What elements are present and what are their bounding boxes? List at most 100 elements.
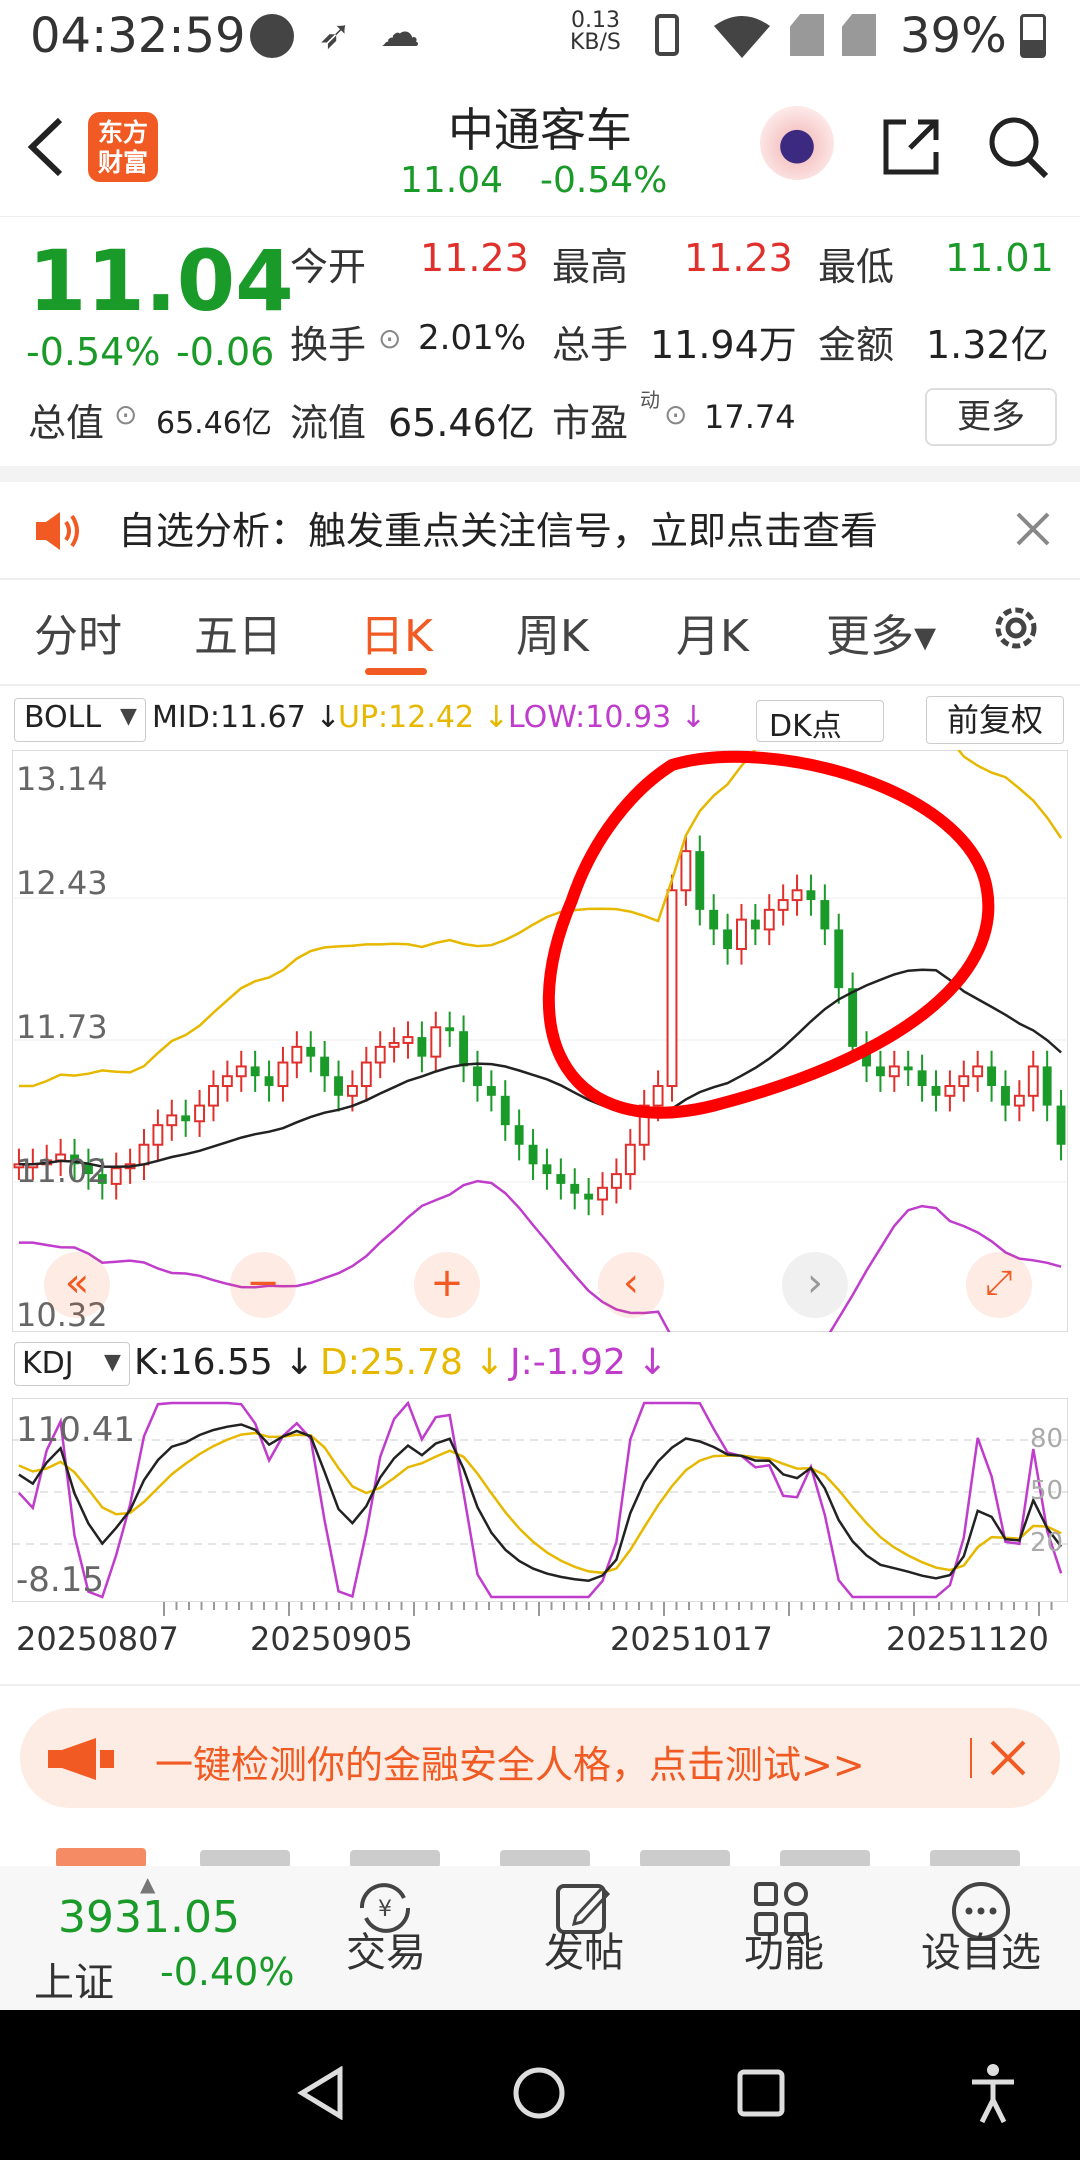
candle-body (834, 929, 844, 989)
boll-lower-band (18, 1179, 1062, 1332)
candle-body (430, 1026, 442, 1058)
assistant-avatar[interactable] (760, 106, 834, 180)
candle-body (763, 908, 775, 931)
turnover-label: 换手 (290, 323, 367, 367)
kdj-axis-min: -8.15 (16, 1560, 104, 1600)
zoom-in-icon[interactable]: + (414, 1252, 480, 1318)
candle-body (875, 1066, 885, 1077)
candle-body (709, 909, 719, 930)
info-icon[interactable]: ⊙ (378, 322, 401, 355)
scroll-left-fast-icon[interactable]: « (44, 1252, 110, 1318)
index-change[interactable]: -0.40% (160, 1950, 294, 1994)
price-axis-2: 12.43 (16, 864, 108, 902)
notice-text: 自选分析：触发重点关注信号，立即点击查看 (118, 509, 879, 553)
info-icon[interactable]: ⊙ (114, 398, 137, 431)
megaphone-icon (48, 1738, 114, 1780)
status-time: 04:32:59 (30, 8, 246, 64)
low-label: 最低 (818, 245, 895, 289)
adjust-button[interactable]: 前复权 (926, 696, 1064, 744)
search-icon[interactable] (986, 114, 1050, 180)
candle-body (777, 899, 789, 911)
kdj-chart[interactable] (12, 1398, 1068, 1602)
system-nav-bar (0, 2010, 1080, 2160)
dk-point-button[interactable]: DK点 (756, 700, 884, 744)
candle-body (110, 1167, 122, 1185)
kdj-level-50: 50 (1030, 1476, 1064, 1506)
tab-daily-k[interactable]: 日K (360, 600, 433, 664)
candle-body (931, 1086, 941, 1096)
kline-chart[interactable] (12, 750, 1068, 1332)
info-icon[interactable]: ⊙ (664, 398, 687, 431)
open-value: 11.23 (420, 236, 529, 280)
candle-body (166, 1114, 178, 1127)
candle-body (958, 1075, 970, 1088)
index-value[interactable]: 3931.05 (58, 1892, 240, 1943)
add-watchlist-button[interactable]: 设自选 (916, 1920, 1046, 1978)
candle-body (680, 850, 692, 892)
candle-body (556, 1174, 566, 1184)
candle-body (1042, 1066, 1052, 1106)
more-button[interactable]: 更多 (925, 388, 1057, 446)
date-label: 20250905 (250, 1620, 413, 1658)
candle-body (417, 1037, 427, 1057)
candle-body (528, 1144, 538, 1165)
candle-body (500, 1095, 510, 1126)
index-name[interactable]: 上证 (34, 1950, 114, 2008)
post-button[interactable]: 发帖 (534, 1920, 634, 1978)
candle-body (221, 1075, 233, 1088)
kdj-level-20: 20 (1030, 1528, 1064, 1558)
candle-body (473, 1066, 482, 1087)
close-icon[interactable] (1014, 510, 1052, 548)
trade-button[interactable]: 交易 (336, 1920, 436, 1978)
candle-body (264, 1076, 274, 1087)
promo-banner[interactable]: 一键检测你的金融安全人格，点击测试>> (20, 1708, 1060, 1808)
mktcap-label: 总值 (28, 401, 105, 445)
tab-monthly-k[interactable]: 月K (676, 600, 749, 664)
date-ticks (163, 1602, 1053, 1616)
candle-body (306, 1046, 316, 1057)
pe-value: 17.74 (704, 398, 796, 436)
stock-name: 中通客车 (448, 103, 632, 157)
notice-bar[interactable]: 自选分析：触发重点关注信号，立即点击查看 (0, 482, 1080, 578)
turnover-value: 2.01% (418, 318, 527, 358)
candle-body (445, 1027, 455, 1032)
candle-body (806, 890, 816, 901)
change-amount: -0.06 (176, 330, 275, 374)
date-label: 20251120 (886, 1620, 1049, 1658)
share-icon[interactable] (880, 116, 942, 178)
candle-body (388, 1041, 400, 1048)
nav-home-icon[interactable] (512, 2066, 566, 2120)
tab-more[interactable]: 更多▾ (826, 600, 936, 664)
accessibility-icon[interactable] (968, 2062, 1018, 2124)
zoom-out-icon[interactable]: − (230, 1252, 296, 1318)
functions-button[interactable]: 功能 (734, 1920, 834, 1978)
scroll-right-icon[interactable]: › (782, 1252, 848, 1318)
amount-value: 1.32亿 (926, 323, 1049, 367)
candle-body (291, 1045, 303, 1064)
kdj-k-line (18, 1423, 1063, 1582)
scroll-left-icon[interactable]: ‹ (598, 1252, 664, 1318)
battery-icon (1020, 14, 1046, 58)
candle-body (1001, 1086, 1010, 1106)
kdj-level-80: 80 (1030, 1424, 1064, 1454)
kdj-axis-max: 110.41 (16, 1410, 135, 1450)
candle-body (346, 1085, 358, 1097)
candle-body (138, 1143, 150, 1166)
candle-body (750, 919, 760, 930)
pe-sup: 动 (640, 388, 660, 412)
tab-intraday[interactable]: 分时 (34, 600, 122, 664)
tab-weekly-k[interactable]: 周K (516, 600, 589, 664)
nav-back-icon[interactable] (296, 2066, 346, 2120)
fullscreen-icon[interactable]: ⤢ (966, 1252, 1032, 1318)
date-label: 20250807 (16, 1620, 179, 1658)
app-logo[interactable]: 东方 财富 (88, 112, 158, 182)
nav-recents-icon[interactable] (736, 2068, 786, 2118)
back-icon[interactable] (24, 116, 68, 178)
close-icon[interactable] (988, 1738, 1028, 1778)
tab-five-day[interactable]: 五日 (194, 600, 282, 664)
settings-gear-icon[interactable] (988, 600, 1044, 656)
divider (0, 578, 1080, 580)
status-bar: 04:32:59 ➶ ☁ 0.13 KB/S 39% (0, 0, 1080, 76)
price-axis-4: 11.02 (16, 1152, 108, 1190)
boll-name: BOLL (24, 700, 102, 735)
